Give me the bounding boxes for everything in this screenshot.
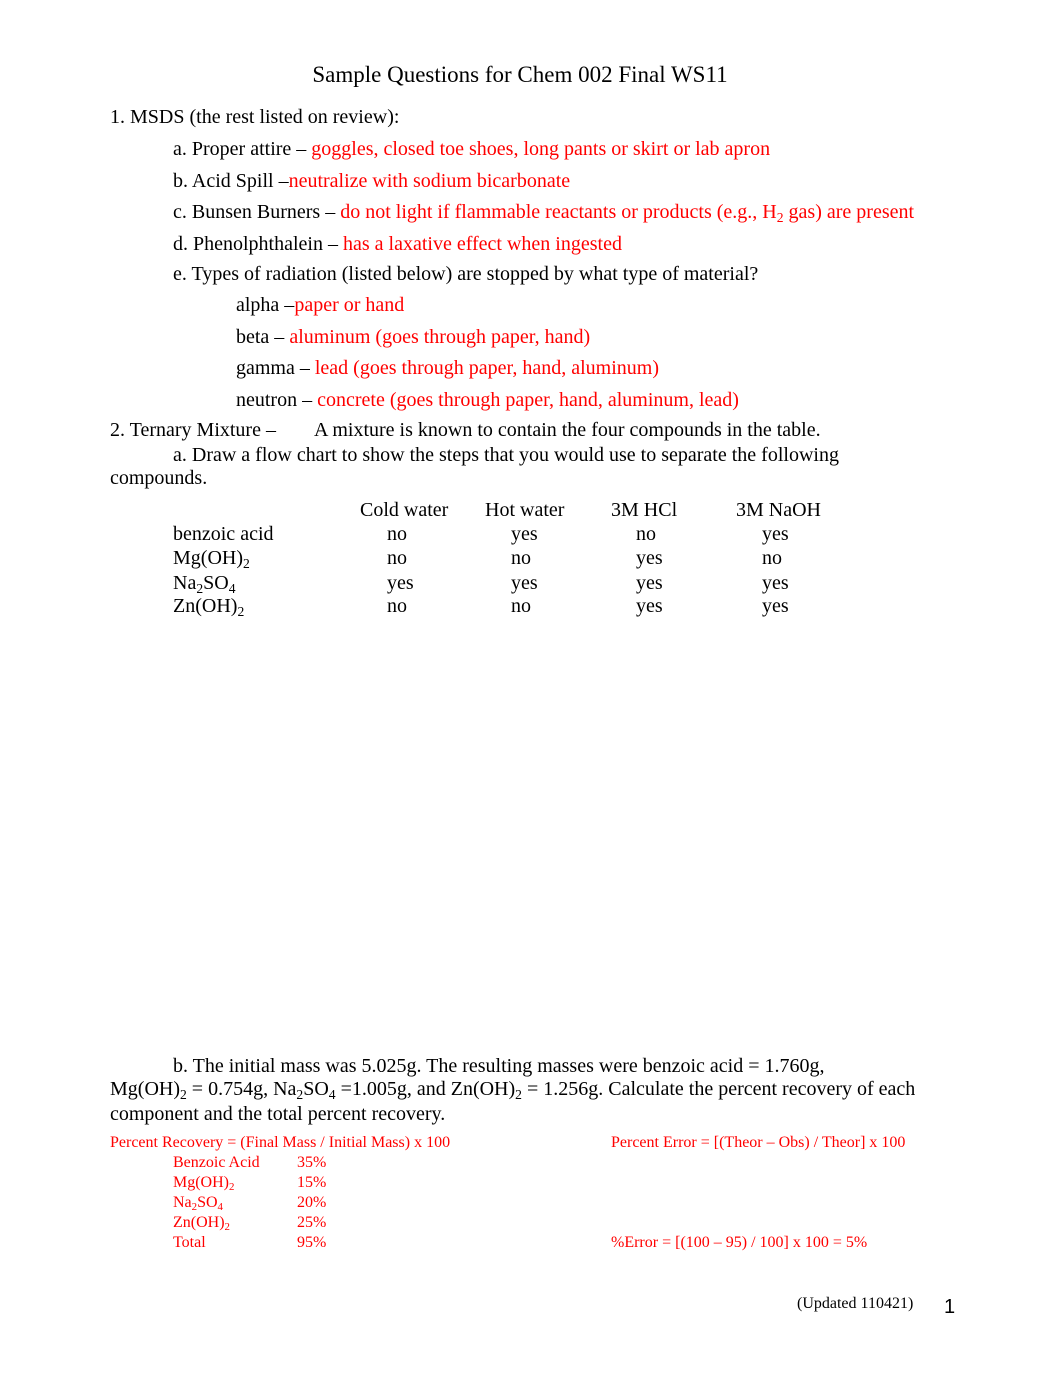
table-cell: yes: [636, 547, 663, 569]
table-cell: no: [636, 523, 656, 545]
recovery-value: 20%: [297, 1194, 327, 1211]
question-2-text: A mixture is known to contain the four c…: [314, 419, 821, 441]
question-2-heading: 2. Ternary Mixture –: [110, 419, 276, 441]
subscript: 2: [243, 555, 250, 571]
answer-text: do not light if flammable reactants or p…: [340, 201, 777, 223]
q1-item-d-label: d. Phenolphthalein –: [173, 233, 343, 255]
table-cell: yes: [511, 523, 538, 545]
table-header: 3M HCl: [611, 499, 678, 521]
compound-name: Mg(OH)2: [173, 547, 250, 571]
recovery-name: Benzoic Acid: [173, 1154, 260, 1171]
subscript: 2: [776, 209, 784, 225]
recovery-value: 15%: [297, 1174, 327, 1191]
compound-name: Zn(OH)2: [173, 595, 245, 619]
text: SO: [303, 1078, 329, 1100]
subscript: 2: [237, 603, 245, 619]
question-1-heading: 1. MSDS (the rest listed on review):: [110, 106, 400, 128]
radiation-type: neutron –: [236, 389, 318, 411]
q2-part-a-line2: compounds.: [110, 467, 208, 489]
table-cell: yes: [762, 595, 789, 617]
formula-text: SO: [203, 572, 229, 594]
recovery-name: Zn(OH)2: [173, 1214, 230, 1234]
formula-text: Na: [173, 1194, 192, 1211]
q1-item-c-label: c. Bunsen Burners –: [173, 201, 341, 223]
text: = 1.256g. Calculate the percent recovery…: [521, 1078, 916, 1100]
formula-text: Zn(OH): [173, 595, 238, 617]
text: =1.005g, and Zn(OH): [335, 1078, 516, 1100]
subscript: 4: [328, 1086, 336, 1102]
radiation-gamma: gamma – lead (goes through paper, hand, …: [236, 358, 659, 378]
radiation-type: alpha –: [236, 294, 295, 316]
page-number: 1: [944, 1296, 956, 1318]
formula-text: Na: [173, 572, 197, 594]
q2-part-b-line1: b. The initial mass was 5.025g. The resu…: [173, 1055, 825, 1077]
q2-part-a-line1: a. Draw a flow chart to show the steps t…: [173, 444, 839, 466]
recovery-formula: Percent Recovery = (Final Mass / Initial…: [110, 1134, 451, 1151]
subscript: 2: [515, 1086, 522, 1102]
page-title: Sample Questions for Chem 002 Final WS11: [312, 62, 728, 87]
table-cell: no: [762, 547, 782, 569]
table-cell: no: [387, 523, 407, 545]
formula-text: SO: [197, 1194, 218, 1211]
q1-item-b-answer: neutralize with sodium bicarbonate: [288, 170, 571, 192]
table-cell: yes: [762, 572, 789, 594]
recovery-value: 25%: [297, 1214, 327, 1231]
q1-item-c-answer: do not light if flammable reactants or p…: [340, 201, 915, 225]
subscript: 2: [224, 1221, 230, 1234]
table-cell: no: [387, 595, 407, 617]
table-cell: yes: [511, 572, 538, 594]
table-cell: yes: [636, 572, 663, 594]
recovery-name: Na2SO4: [173, 1194, 223, 1214]
subscript: 4: [217, 1201, 223, 1214]
radiation-answer: paper or hand: [294, 294, 405, 316]
radiation-type: gamma –: [236, 357, 315, 379]
subscript: 2: [229, 1181, 235, 1194]
table-cell: no: [511, 595, 531, 617]
text: Mg(OH): [110, 1078, 180, 1100]
radiation-beta: beta – aluminum (goes through paper, han…: [236, 327, 590, 347]
table-cell: yes: [387, 572, 414, 594]
formula-text: Mg(OH): [173, 1174, 229, 1191]
table-header: Hot water: [485, 499, 565, 521]
updated-date: (Updated 110421): [797, 1295, 914, 1312]
error-formula: Percent Error = [(Theor – Obs) / Theor] …: [611, 1134, 906, 1151]
q1-item-c: c. Bunsen Burners – do not light if flam…: [173, 201, 915, 225]
text: = 0.754g, Na: [186, 1078, 297, 1100]
table-header: 3M NaOH: [736, 499, 821, 521]
recovery-name: Mg(OH)2: [173, 1174, 235, 1194]
radiation-alpha: alpha –paper or hand: [236, 295, 404, 315]
q1-item-d: d. Phenolphthalein – has a laxative effe…: [173, 234, 622, 254]
recovery-value: 95%: [297, 1234, 327, 1251]
q1-item-a-label: a. Proper attire –: [173, 138, 312, 160]
recovery-name: Total: [173, 1234, 206, 1251]
radiation-answer: aluminum (goes through paper, hand): [289, 326, 591, 348]
subscript: 2: [180, 1086, 187, 1102]
formula-text: Zn(OH): [173, 1214, 225, 1231]
q1-item-b: b. Acid Spill –neutralize with sodium bi…: [173, 171, 570, 191]
compound-name: Na2SO4: [173, 572, 236, 596]
radiation-answer: concrete (goes through paper, hand, alum…: [317, 389, 739, 411]
radiation-type: beta –: [236, 326, 290, 348]
q1-item-a: a. Proper attire – goggles, closed toe s…: [173, 139, 770, 159]
q2-part-b-line2: Mg(OH)2 = 0.754g, Na2SO4 =1.005g, and Zn…: [110, 1078, 916, 1102]
radiation-neutron: neutron – concrete (goes through paper, …: [236, 390, 739, 410]
table-cell: yes: [762, 523, 789, 545]
q1-item-a-answer: goggles, closed toe shoes, long pants or…: [311, 138, 771, 160]
formula-text: Mg(OH): [173, 547, 243, 569]
q2-part-b-line3: component and the total percent recovery…: [110, 1103, 446, 1125]
table-header: Cold water: [360, 499, 449, 521]
recovery-value: 35%: [297, 1154, 327, 1171]
compound-name: benzoic acid: [173, 523, 274, 545]
q1-item-e: e. Types of radiation (listed below) are…: [173, 263, 759, 285]
answer-text: gas) are present: [783, 201, 915, 223]
q1-item-b-label: b. Acid Spill –: [173, 170, 289, 192]
q1-item-d-answer: has a laxative effect when ingested: [342, 233, 622, 255]
subscript: 4: [228, 580, 236, 596]
table-cell: no: [511, 547, 531, 569]
table-cell: no: [387, 547, 407, 569]
radiation-answer: lead (goes through paper, hand, aluminum…: [314, 357, 659, 379]
error-calculation: %Error = [(100 – 95) / 100] x 100 = 5%: [611, 1234, 868, 1251]
table-cell: yes: [636, 595, 663, 617]
